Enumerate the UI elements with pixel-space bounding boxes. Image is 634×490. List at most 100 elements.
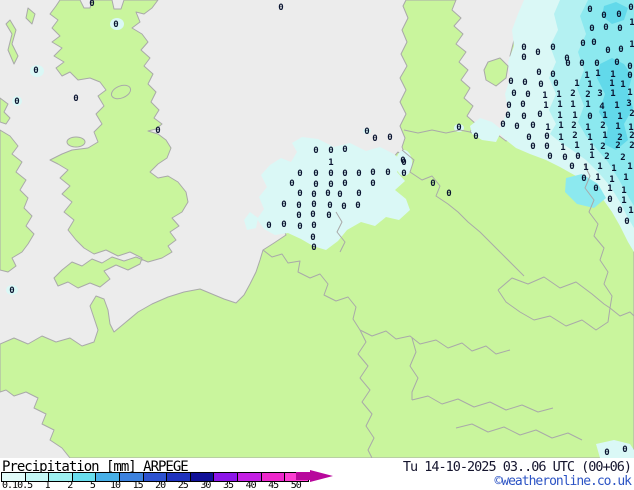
- precip-value-marker: 0: [364, 127, 369, 137]
- precip-value-marker: 0: [296, 211, 301, 221]
- precip-value-marker: 0: [627, 71, 632, 81]
- precip-value-marker: 0: [266, 221, 271, 231]
- scale-tick-label: 2: [67, 480, 73, 490]
- precip-value-marker: 0: [537, 110, 542, 120]
- precip-value-marker: 2: [620, 153, 625, 163]
- precip-value-marker: 1: [629, 18, 634, 28]
- precip-value-marker: 3: [626, 99, 631, 109]
- precip-value-marker: 0: [604, 448, 609, 458]
- precip-value-marker: 0: [342, 169, 347, 179]
- scale-tick-label: 25: [177, 480, 189, 490]
- precip-value-marker: 1: [628, 206, 633, 216]
- legend-bar: Precipitation [mm] ARPEGE 0.1 0.5 1 2 5 10 15 2…: [0, 458, 634, 490]
- precip-value-marker: 1: [587, 80, 592, 90]
- precip-value-marker: 0: [328, 169, 333, 179]
- precip-value-marker: 0: [521, 53, 526, 63]
- precip-value-marker: 0: [617, 206, 622, 216]
- precip-value-marker: 1: [609, 79, 614, 89]
- precip-value-marker: 0: [607, 195, 612, 205]
- precip-value-marker: 0: [544, 132, 549, 142]
- precip-value-marker: 0: [289, 179, 294, 189]
- precip-value-marker: 0: [328, 146, 333, 156]
- precip-value-marker: 1: [597, 162, 602, 172]
- precip-value-marker: 0: [594, 59, 599, 69]
- precip-value-marker: 1: [595, 69, 600, 79]
- precip-value-marker: 0: [628, 3, 633, 13]
- precip-value-marker: 0: [579, 59, 584, 69]
- precip-value-marker: 0: [310, 210, 315, 220]
- precip-value-marker: 0: [553, 79, 558, 89]
- precip-value-marker: 2: [571, 121, 576, 131]
- precip-value-marker: 0: [593, 184, 598, 194]
- precip-value-marker: 1: [572, 111, 577, 121]
- precip-value-marker: 0: [562, 153, 567, 163]
- precip-value-marker: 0: [372, 134, 377, 144]
- scale-tick-label: 35: [222, 480, 234, 490]
- precip-value-marker: 0: [356, 189, 361, 199]
- precip-value-marker: 1: [595, 173, 600, 183]
- precip-value-marker: 0: [538, 80, 543, 90]
- precip-value-marker: 0: [297, 222, 302, 232]
- precip-value-marker: 1: [542, 91, 547, 101]
- precip-value-marker: 1: [589, 151, 594, 161]
- precip-value-marker: 0: [297, 189, 302, 199]
- precip-value-marker: 1: [574, 79, 579, 89]
- precip-value-marker: 1: [557, 100, 562, 110]
- precip-value-marker: 2: [572, 131, 577, 141]
- precip-value-marker: 0: [617, 24, 622, 34]
- precip-value-marker: 0: [281, 200, 286, 210]
- precip-value-marker: 2: [604, 152, 609, 162]
- precip-value-marker: 0: [544, 142, 549, 152]
- scale-tick-label: 15: [132, 480, 144, 490]
- precip-value-marker: 0: [547, 152, 552, 162]
- precip-value-marker: 1: [607, 184, 612, 194]
- precip-value-marker: 1: [557, 111, 562, 121]
- precip-value-marker: 0: [589, 24, 594, 34]
- precip-value-marker: 1: [611, 164, 616, 174]
- precip-value-marker: 1: [621, 196, 626, 206]
- scale-tick-labels: 0.1 0.5 1 2 5 10 15 20 25 30 35 40 45 50: [0, 480, 340, 490]
- precip-value-marker: 0: [511, 89, 516, 99]
- precip-value-marker: 0: [337, 190, 342, 200]
- precip-value-marker: 0: [430, 179, 435, 189]
- precip-value-marker: 1: [587, 133, 592, 143]
- precip-value-marker: 0: [370, 179, 375, 189]
- precip-value-marker: 0: [113, 20, 118, 30]
- precip-value-marker: 0: [356, 169, 361, 179]
- precip-value-marker: 0: [530, 121, 535, 131]
- scale-tick-label: 0.5: [17, 480, 33, 490]
- precip-value-marker: 0: [603, 23, 608, 33]
- scale-tick-label: 45: [268, 480, 279, 490]
- precip-value-marker: 1: [574, 141, 579, 151]
- precip-value-marker: 0: [342, 145, 347, 155]
- precip-value-marker: 2: [600, 121, 605, 131]
- precip-value-marker: 0: [310, 233, 315, 243]
- precip-value-marker: 1: [585, 100, 590, 110]
- precip-value-marker: 0: [401, 158, 406, 168]
- precip-value-marker: 1: [620, 80, 625, 90]
- precip-value-marker: 0: [278, 3, 283, 13]
- precip-value-marker: 1: [328, 158, 333, 168]
- precip-value-marker: 0: [341, 202, 346, 212]
- precip-value-marker: 0: [614, 58, 619, 68]
- precip-value-marker: 0: [326, 211, 331, 221]
- precip-value-marker: 0: [618, 45, 623, 55]
- precip-value-marker: 0: [521, 112, 526, 122]
- precip-value-marker: 0: [522, 78, 527, 88]
- precip-value-marker: 0: [311, 200, 316, 210]
- precip-value-marker: 0: [581, 174, 586, 184]
- precip-value-marker: 0: [536, 68, 541, 78]
- precip-value-marker: 1: [614, 101, 619, 111]
- precip-value-marker: 1: [615, 122, 620, 132]
- precip-value-marker: 2: [570, 89, 575, 99]
- precip-value-marker: 0: [385, 168, 390, 178]
- precip-value-marker: 0: [311, 190, 316, 200]
- precip-value-marker: 1: [621, 186, 626, 196]
- precip-value-marker: 2: [585, 90, 590, 100]
- precip-value-marker: 0: [569, 162, 574, 172]
- scale-tick-label: 1: [44, 480, 51, 490]
- precip-value-marker: 0: [550, 43, 555, 53]
- precip-value-marker: 0: [505, 111, 510, 121]
- precip-value-marker: 0: [9, 286, 14, 296]
- precip-value-marker: 0: [565, 59, 570, 69]
